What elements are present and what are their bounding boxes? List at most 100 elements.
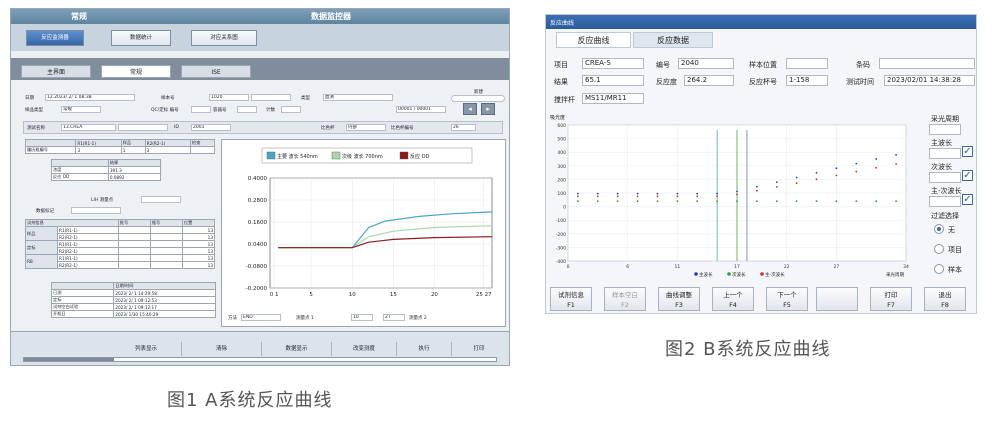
fkey-exit[interactable]: 退出 F8: [924, 287, 966, 311]
xb-tick-0: 0: [567, 264, 570, 270]
pt-1-2: [596, 200, 599, 203]
pt-1-28: [855, 200, 858, 203]
yb-tick-7: -100: [556, 218, 566, 224]
result-label: 结果: [554, 78, 568, 86]
fkey-print[interactable]: 打印 F7: [870, 287, 912, 311]
filter-item-radio[interactable]: [934, 244, 944, 254]
execute-button[interactable]: 执行: [396, 342, 451, 356]
pt-1-26: [835, 200, 838, 203]
data-mark-label: 数据标记: [36, 209, 54, 214]
x-tick-0: 0 1: [270, 292, 279, 298]
date-label: 日期: [25, 96, 34, 101]
cup-label: 反应杯号: [749, 78, 777, 86]
qc-field: [191, 106, 211, 113]
reaction-monitor-button[interactable]: 反应监测器: [26, 30, 84, 46]
fkey-next-label: 下一个: [777, 291, 797, 299]
data-display-button[interactable]: 数据显示: [261, 342, 331, 356]
cuvette-label: 比色杯编号: [391, 126, 414, 131]
pt-2-2: [596, 195, 599, 198]
caption-b: 图2 B系统反应曲线: [665, 339, 831, 360]
filter-none-radio[interactable]: [934, 224, 944, 234]
pt-0-10: [676, 192, 679, 195]
cuvette-field: 26: [451, 124, 476, 131]
tab-routine[interactable]: 常规: [101, 65, 171, 78]
new-field[interactable]: [451, 95, 505, 102]
legend-label-0: 主要 波长 540nm: [277, 153, 318, 160]
y-tick-5: -0.2000: [246, 286, 268, 292]
fkey-sample-blank-label: 样本空白: [612, 291, 638, 299]
xb-tick-6: 34: [903, 264, 909, 270]
id-field: 2001: [191, 124, 231, 131]
print-button[interactable]: 打印: [451, 342, 506, 356]
bleg-label-2: 主-次波长: [765, 271, 785, 278]
list-display-button[interactable]: 列表显示: [111, 342, 181, 356]
xb-tick-3: 17: [734, 264, 740, 270]
code-label: 编号: [656, 61, 670, 69]
pt-2-22: [795, 182, 798, 184]
fkey-reagent-info[interactable]: 试剂信息 F1: [550, 287, 592, 311]
method-field: END: [241, 314, 281, 321]
diff-wave-field[interactable]: [929, 196, 961, 207]
count-label: 计数: [266, 108, 275, 113]
x-axis-label-b: 采光周期: [886, 271, 904, 278]
barcode-field[interactable]: [879, 58, 975, 69]
y-tick-2: 0.1600: [248, 220, 268, 226]
sub-wave-checkbox[interactable]: ✓: [962, 170, 973, 181]
fkey-sample-blank[interactable]: 样本空白 F2: [604, 287, 646, 311]
item-select[interactable]: CREA-S: [582, 58, 644, 69]
fkey-blank[interactable]: [816, 287, 858, 311]
reaction-chart-a: 主要 波长 540nm 次级 波长 700nm 反应 OD 0.4000 0.2800 0…: [221, 139, 506, 327]
pt-1-20: [775, 200, 778, 203]
yb-tick-5: 100: [557, 191, 566, 197]
result-field: 65.1: [582, 75, 644, 86]
pt-0-16: [736, 190, 738, 193]
position-field[interactable]: [786, 58, 828, 69]
tab-reaction-data[interactable]: 反应数据: [633, 32, 713, 48]
xb-tick-4: 22: [784, 264, 790, 270]
fkey-curve-adjust[interactable]: 曲线调整 F3: [658, 287, 700, 311]
sub-wave-field[interactable]: [929, 172, 961, 183]
main-wave-checkbox[interactable]: ✓: [962, 146, 973, 157]
diff-wave-label: 主-次波长: [931, 187, 962, 195]
y-axis-label: 吸光度: [550, 114, 565, 121]
next-page-icon[interactable]: ▸: [481, 103, 495, 115]
x-tick-4: 20: [431, 292, 438, 298]
bleg-label-1: 次波长: [732, 271, 746, 278]
fkey-prev[interactable]: 上一个 F4: [712, 287, 754, 311]
clear-button[interactable]: 清除: [181, 342, 261, 356]
pt-0-12: [696, 192, 699, 195]
pt-0-14: [716, 192, 718, 195]
legend-swatch-0: [266, 151, 276, 160]
pt-1-16: [736, 200, 738, 203]
sample-no-label: 样本号: [161, 96, 175, 101]
fkey-exit-label: 退出: [938, 291, 952, 299]
reaction-curve-b-svg: 吸光度6005004003002001000-100-200-300-4000 6…: [550, 114, 909, 278]
pt-1-14: [716, 200, 718, 203]
data-stats-button[interactable]: 数据统计: [111, 30, 171, 46]
change-measure-button[interactable]: 改变测度: [331, 342, 396, 356]
diff-wave-checkbox[interactable]: ✓: [962, 194, 973, 205]
title-monitor: 数据监控器: [311, 12, 351, 21]
code-select[interactable]: 2040: [678, 58, 734, 69]
tab-reaction-curve[interactable]: 反应曲线: [556, 32, 631, 48]
tab-main[interactable]: 主界面: [21, 65, 91, 78]
pt-2-4: [616, 195, 619, 198]
time-field: 2023/02/01 14:38:28: [884, 75, 975, 86]
type-label: 类型: [301, 96, 310, 101]
test-name-field: 13.CREA: [61, 124, 116, 131]
filter-sample-radio[interactable]: [934, 264, 944, 274]
ratio-label: 比色杯: [321, 126, 335, 131]
date-field: 12.2023/ 2/ 1 08:38: [45, 94, 135, 101]
pt-2-8: [656, 195, 659, 198]
tab-ise[interactable]: ISE: [181, 65, 251, 78]
fkey-next[interactable]: 下一个 F5: [766, 287, 808, 311]
relation-chart-button[interactable]: 对应关系图: [191, 30, 257, 46]
pt-1-18: [756, 200, 758, 203]
prev-page-icon[interactable]: ◂: [463, 103, 477, 115]
cycle-field[interactable]: [929, 124, 961, 135]
pt-1-0: [577, 200, 579, 203]
pt-1-8: [656, 200, 659, 203]
y-tick-0: 0.4000: [248, 176, 268, 182]
main-wave-field[interactable]: [929, 148, 961, 159]
xb-tick-1: 6: [626, 264, 629, 270]
